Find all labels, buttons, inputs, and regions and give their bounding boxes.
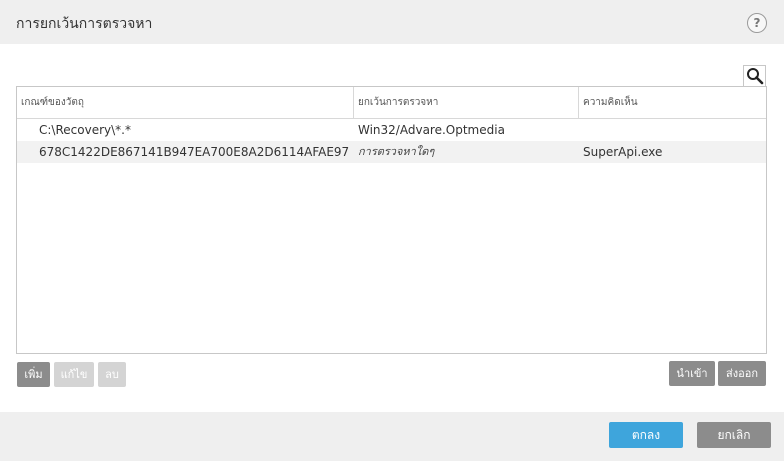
- search-button[interactable]: [743, 65, 766, 87]
- column-header-comment[interactable]: ความคิดเห็น: [578, 87, 768, 118]
- row-comment: SuperApi.exe: [583, 145, 663, 159]
- table-row[interactable]: C:\Recovery\*.* Win32/Advare.Optmedia: [17, 119, 766, 141]
- table-header: เกณฑ์ของวัตถุ ยกเว้นการตรวจหา ความคิดเห็…: [17, 87, 766, 119]
- exclusions-table: เกณฑ์ของวัตถุ ยกเว้นการตรวจหา ความคิดเห็…: [16, 86, 767, 354]
- import-button[interactable]: นำเข้า: [669, 361, 715, 386]
- export-button[interactable]: ส่งออก: [718, 361, 766, 386]
- cancel-button[interactable]: ยกเลิก: [697, 422, 771, 448]
- ok-button[interactable]: ตกลง: [609, 422, 683, 448]
- search-icon: [747, 68, 764, 85]
- column-header-criteria[interactable]: เกณฑ์ของวัตถุ: [17, 87, 353, 118]
- dialog-title: การยกเว้นการตรวจหา: [16, 16, 153, 32]
- row-detection: การตรวจหาใดๆ: [358, 145, 435, 158]
- add-button[interactable]: เพิ่ม: [17, 362, 50, 387]
- table-row[interactable]: 678C1422DE867141B947EA700E8A2D6114AFAE97…: [17, 141, 766, 163]
- row-criteria: C:\Recovery\*.*: [39, 123, 131, 137]
- row-criteria: 678C1422DE867141B947EA700E8A2D6114AFAE97: [39, 145, 350, 159]
- help-button[interactable]: ?: [747, 13, 767, 33]
- column-header-detection[interactable]: ยกเว้นการตรวจหา: [353, 87, 578, 118]
- delete-button[interactable]: ลบ: [98, 362, 126, 387]
- title-bar: การยกเว้นการตรวจหา ?: [0, 0, 784, 44]
- row-detection: Win32/Advare.Optmedia: [358, 123, 505, 137]
- dialog-footer: ตกลง ยกเลิก: [0, 412, 784, 461]
- edit-button[interactable]: แก้ไข: [54, 362, 94, 387]
